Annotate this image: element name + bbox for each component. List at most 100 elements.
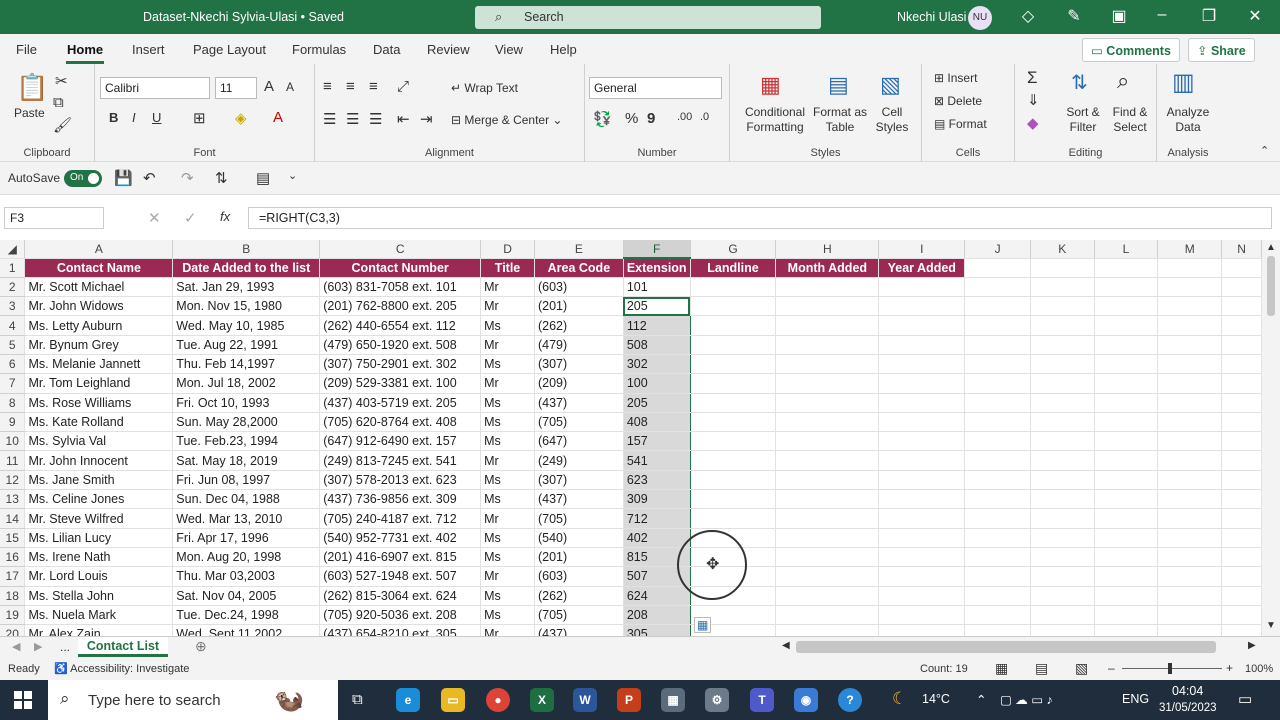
cell[interactable]: Mr. Lord Louis	[24, 566, 174, 587]
task-view-icon[interactable]: ⧉	[352, 691, 363, 708]
accessibility-button[interactable]: ♿ Accessibility: Investigate	[54, 662, 189, 675]
cell[interactable]: Ms	[480, 586, 535, 606]
decrease-indent-icon[interactable]: ⇤	[397, 110, 410, 128]
cell[interactable]: Sat. Nov 04, 2005	[172, 586, 321, 606]
cell[interactable]: (479) 650-1920 ext. 508	[319, 335, 482, 355]
row-header[interactable]: 13	[0, 489, 26, 510]
cell[interactable]	[1221, 470, 1262, 491]
table-header-cell[interactable]: Landline	[690, 258, 777, 278]
cell[interactable]	[1094, 431, 1159, 452]
cell[interactable]: Ms	[480, 470, 535, 491]
cell[interactable]: (307) 578-2013 ext. 623	[319, 470, 482, 491]
settings-icon[interactable]: ⚙	[705, 688, 729, 712]
paste-button[interactable]: Paste	[14, 106, 45, 120]
cell[interactable]	[1221, 393, 1262, 413]
cell[interactable]	[964, 393, 1031, 413]
row-header[interactable]: 12	[0, 470, 26, 491]
column-header-j[interactable]: J	[964, 240, 1031, 259]
zoom-in-button[interactable]: +	[1226, 661, 1233, 675]
cell[interactable]	[1157, 412, 1223, 433]
cell[interactable]	[878, 470, 966, 491]
cell-styles-button[interactable]: Cell Styles	[870, 105, 914, 135]
align-bottom-icon[interactable]: ≡	[369, 78, 378, 95]
cell[interactable]: 508	[622, 335, 691, 355]
cell[interactable]: (437) 654-8210 ext. 305	[319, 624, 482, 636]
cell[interactable]: (437)	[534, 489, 624, 510]
clock-time[interactable]: 04:04	[1172, 684, 1203, 698]
cell[interactable]: Mon. Aug 20, 1998	[172, 547, 321, 568]
cell[interactable]	[775, 605, 880, 626]
cell[interactable]	[1157, 566, 1223, 587]
cell[interactable]	[1221, 508, 1262, 529]
more-sheets[interactable]: ...	[60, 640, 70, 654]
cell[interactable]: Mr. Alex Zain	[24, 624, 174, 636]
cell[interactable]	[690, 470, 777, 491]
align-right-icon[interactable]: ☰	[369, 110, 382, 128]
app-icon[interactable]: ◉	[794, 688, 818, 712]
cell[interactable]	[1157, 393, 1223, 413]
orientation-icon[interactable]: ⤢	[397, 78, 409, 95]
cell[interactable]	[1094, 489, 1159, 510]
cell[interactable]: Ms. Letty Auburn	[24, 315, 174, 336]
cell[interactable]	[690, 412, 777, 433]
table-header-cell[interactable]: Date Added to the list	[172, 258, 321, 278]
cell[interactable]	[878, 335, 966, 355]
comma-icon[interactable]: 9	[647, 110, 655, 127]
close-icon[interactable]: ✕	[1244, 6, 1266, 26]
cell[interactable]: (705) 920-5036 ext. 208	[319, 605, 482, 626]
cell[interactable]: Mr	[480, 624, 535, 636]
cell[interactable]: (437)	[534, 393, 624, 413]
cell[interactable]	[964, 450, 1031, 471]
cell[interactable]	[775, 450, 880, 471]
cell[interactable]	[1221, 431, 1262, 452]
cell[interactable]: Mr. Scott Michael	[24, 277, 174, 298]
cell[interactable]	[690, 315, 777, 336]
column-header-l[interactable]: L	[1094, 240, 1159, 259]
cell[interactable]: (209) 529-3381 ext. 100	[319, 373, 482, 394]
conditional-formatting-button[interactable]: Conditional Formatting	[740, 105, 810, 135]
cell[interactable]	[1221, 412, 1262, 433]
underline-icon[interactable]: U	[152, 110, 161, 125]
cell[interactable]: 624	[622, 586, 691, 606]
cell[interactable]	[964, 605, 1031, 626]
cell[interactable]	[1030, 450, 1095, 471]
cell[interactable]	[1094, 547, 1159, 568]
delete-cells-button[interactable]: ⊠ Delete	[934, 94, 982, 108]
zoom-level[interactable]: 100%	[1245, 663, 1273, 675]
cell[interactable]	[964, 547, 1031, 568]
cell[interactable]	[1094, 373, 1159, 394]
cell[interactable]: 712	[622, 508, 691, 529]
tab-insert[interactable]: Insert	[132, 42, 165, 57]
cell[interactable]: (262) 440-6554 ext. 112	[319, 315, 482, 336]
cell[interactable]	[1030, 296, 1095, 317]
tab-formulas[interactable]: Formulas	[292, 42, 346, 57]
row-header[interactable]: 3	[0, 296, 26, 317]
find-icon[interactable]: ⌕	[1117, 68, 1129, 94]
cell[interactable]	[775, 277, 880, 298]
cell[interactable]	[1221, 335, 1262, 355]
cell[interactable]	[964, 470, 1031, 491]
row-header[interactable]: 20	[0, 624, 26, 636]
scroll-right-icon[interactable]: ▶	[1248, 640, 1256, 651]
cell[interactable]: (705)	[534, 508, 624, 529]
select-all-corner[interactable]: ◢	[0, 240, 26, 259]
cell[interactable]: Sat. May 18, 2019	[172, 450, 321, 471]
column-header-i[interactable]: I	[878, 240, 966, 259]
cell[interactable]	[1030, 508, 1095, 529]
column-header-e[interactable]: E	[534, 240, 624, 259]
cell[interactable]	[1094, 508, 1159, 529]
cell[interactable]: Wed. May 10, 1985	[172, 315, 321, 336]
clear-icon[interactable]: ◆	[1027, 114, 1039, 132]
cell[interactable]	[1094, 624, 1159, 636]
scroll-up-icon[interactable]: ▲	[1266, 242, 1276, 253]
cell[interactable]: (262) 815-3064 ext. 624	[319, 586, 482, 606]
cell[interactable]	[878, 624, 966, 636]
cell[interactable]	[1030, 354, 1095, 375]
cell[interactable]	[1030, 528, 1095, 548]
edge-icon[interactable]: e	[396, 688, 420, 712]
cell[interactable]	[964, 431, 1031, 452]
cell[interactable]	[775, 431, 880, 452]
cell[interactable]	[1221, 605, 1262, 626]
cell[interactable]: Fri. Jun 08, 1997	[172, 470, 321, 491]
cell[interactable]	[775, 315, 880, 336]
